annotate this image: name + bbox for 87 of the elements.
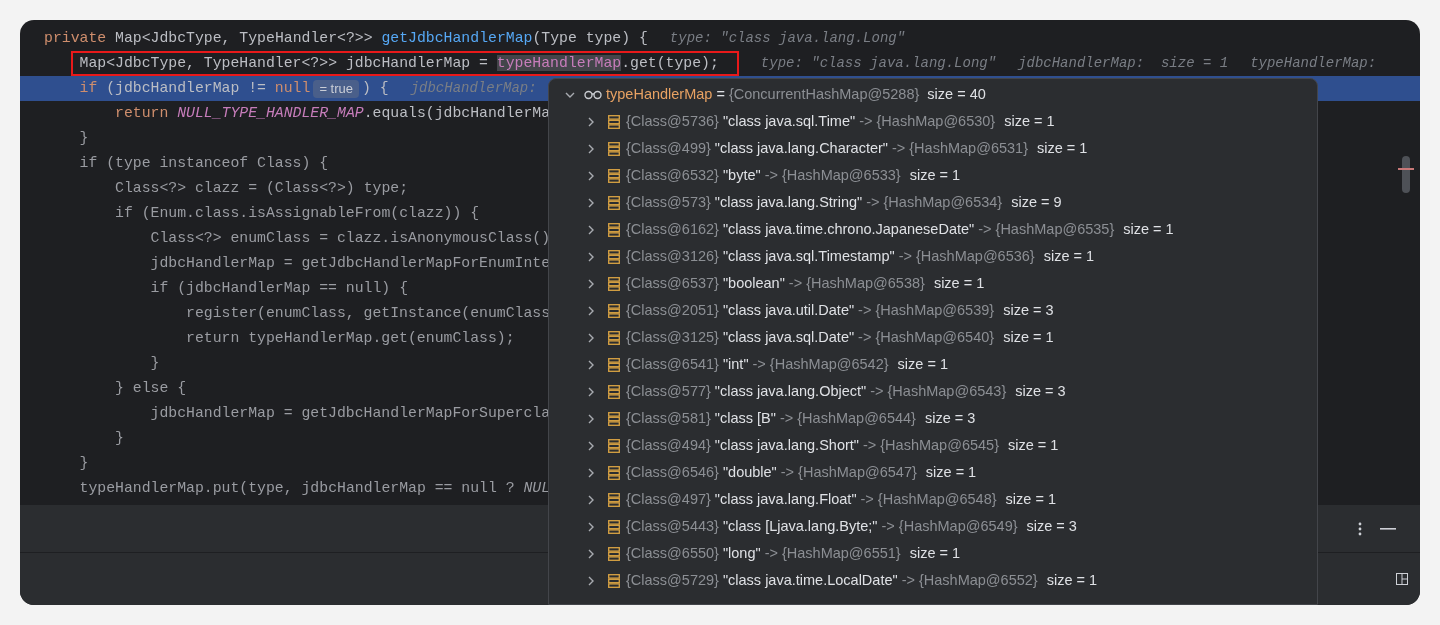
- entry-icon: [608, 519, 620, 534]
- code-text: if (jdbcHandlerMap != null: [79, 79, 311, 99]
- chevron-right-icon[interactable]: [586, 197, 596, 208]
- tree-item[interactable]: {Class@6541} "int" -> {HashMap@6542} size = 1: [549, 351, 1317, 378]
- scrollbar-thumb[interactable]: [1402, 156, 1410, 193]
- code-text: }: [115, 429, 124, 449]
- entry-icon: [608, 492, 620, 507]
- inline-value-hint: type: "class java.lang.Long": [760, 54, 997, 73]
- chevron-right-icon[interactable]: [586, 143, 596, 154]
- entry-icon: [608, 357, 620, 372]
- entry-icon: [608, 465, 620, 480]
- entry-icon: [608, 222, 620, 237]
- code-text: Map<JdbcType, TypeHandler<?>> jdbcHandlerMap = typeHandlerMap.get(type);: [79, 54, 719, 74]
- tree-item[interactable]: {Class@2051} "class java.util.Date" -> {HashMap@6539} size = 3: [549, 297, 1317, 324]
- tree-item[interactable]: {Class@494} "class java.lang.Short" -> {HashMap@6545} size = 1: [549, 432, 1317, 459]
- code-text: }: [150, 354, 160, 374]
- minimize-icon[interactable]: [1380, 527, 1396, 530]
- code-text: jdbcHandlerMap = getJdbcHandlerMapForEnumInte: [150, 254, 551, 274]
- glasses-icon: [584, 89, 602, 100]
- code-text: Class<?> enumClass = clazz.isAnonymousClass(): [150, 229, 551, 249]
- layout-icon[interactable]: [1396, 573, 1408, 585]
- inline-value-hint: jdbcHandlerMap:: [410, 79, 537, 98]
- chevron-right-icon[interactable]: [586, 305, 596, 316]
- inline-value-hint: typeHandlerMap:: [1250, 54, 1377, 73]
- code-text: return typeHandlerMap.get(enumClass);: [186, 329, 515, 349]
- chevron-right-icon[interactable]: [586, 440, 596, 451]
- chevron-right-icon[interactable]: [586, 548, 596, 559]
- entry-icon: [608, 114, 620, 129]
- tree-item[interactable]: {Class@497} "class java.lang.Float" -> {HashMap@6548} size = 1: [549, 486, 1317, 513]
- chevron-right-icon[interactable]: [586, 224, 596, 235]
- code-text: private Map<JdbcType, TypeHandler<?>> getJdbcHandlerMap(Type type) {: [44, 29, 648, 49]
- inline-value-hint: jdbcHandlerMap: size = 1: [1018, 54, 1229, 73]
- entry-icon: [608, 411, 620, 426]
- code-text: return NULL_TYPE_HANDLER_MAP.equals(jdbcHandlerMa: [115, 104, 551, 124]
- code-text: } else {: [115, 379, 187, 399]
- tree-item[interactable]: {Class@6532} "byte" -> {HashMap@6533} size = 1: [549, 162, 1317, 189]
- tree-item[interactable]: {Class@5443} "class [Ljava.lang.Byte;" -> {HashMap@6549} size = 3: [549, 513, 1317, 540]
- code-text: }: [79, 454, 89, 474]
- tree-item[interactable]: {Class@3126} "class java.sql.Timestamp" -> {HashMap@6536} size = 1: [549, 243, 1317, 270]
- code-text: ) {: [362, 79, 389, 99]
- inline-value-hint: type: "class java.lang.Long": [669, 29, 906, 48]
- entry-icon: [608, 249, 620, 264]
- tree-item[interactable]: typeHandlerMap = {ConcurrentHashMap@5288} size = 40: [549, 81, 1317, 108]
- chevron-right-icon[interactable]: [586, 359, 596, 370]
- tree-item[interactable]: {Class@581} "class [B" -> {HashMap@6544} size = 3: [549, 405, 1317, 432]
- entry-icon: [608, 573, 620, 588]
- code-text: jdbcHandlerMap = getJdbcHandlerMapForSupercla: [150, 404, 551, 424]
- entry-icon: [608, 384, 620, 399]
- entry-icon: [608, 546, 620, 561]
- entry-icon: [608, 330, 620, 345]
- more-options-icon[interactable]: [1358, 521, 1362, 536]
- entry-icon: [608, 195, 620, 210]
- tree-item[interactable]: {Class@6546} "double" -> {HashMap@6547} size = 1: [549, 459, 1317, 486]
- tree-item[interactable]: {Class@499} "class java.lang.Character" -> {HashMap@6531} size = 1: [549, 135, 1317, 162]
- error-stripe-mark: [1398, 168, 1414, 170]
- chevron-right-icon[interactable]: [586, 116, 596, 127]
- chevron-right-icon[interactable]: [586, 170, 596, 181]
- entry-icon: [608, 168, 620, 183]
- tree-item[interactable]: {Class@6537} "boolean" -> {HashMap@6538} size = 1: [549, 270, 1317, 297]
- code-text: if (jdbcHandlerMap == null) {: [150, 279, 408, 299]
- code-text: if (type instanceof Class) {: [79, 154, 329, 174]
- chevron-right-icon[interactable]: [586, 386, 596, 397]
- entry-icon: [608, 141, 620, 156]
- chevron-right-icon[interactable]: [586, 575, 596, 586]
- code-text: if (Enum.class.isAssignableFrom(clazz)) {: [115, 204, 480, 224]
- chevron-right-icon[interactable]: [586, 521, 596, 532]
- tree-item[interactable]: {Class@577} "class java.lang.Object" -> {HashMap@6543} size = 3: [549, 378, 1317, 405]
- code-text: register(enumClass, getInstance(enumClass: [186, 304, 551, 324]
- entry-icon: [608, 438, 620, 453]
- code-text: Class<?> clazz = (Class<?>) type;: [115, 179, 409, 199]
- chevron-right-icon[interactable]: [586, 251, 596, 262]
- chevron-right-icon[interactable]: [586, 332, 596, 343]
- entry-icon: [608, 303, 620, 318]
- tree-item[interactable]: {Class@573} "class java.lang.String" -> {HashMap@6534} size = 9: [549, 189, 1317, 216]
- tree-item[interactable]: {Class@6550} "long" -> {HashMap@6551} size = 1: [549, 540, 1317, 567]
- chevron-right-icon[interactable]: [586, 413, 596, 424]
- tree-item[interactable]: {Class@5736} "class java.sql.Time" -> {HashMap@6530} size = 1: [549, 108, 1317, 135]
- tree-item[interactable]: {Class@5729} "class java.time.LocalDate" -> {HashMap@6552} size = 1: [549, 567, 1317, 594]
- tree-item[interactable]: {Class@3125} "class java.sql.Date" -> {HashMap@6540} size = 1: [549, 324, 1317, 351]
- chevron-right-icon[interactable]: [586, 278, 596, 289]
- code-text: typeHandlerMap.put(type, jdbcHandlerMap == null ? NUL: [79, 479, 551, 499]
- chevron-right-icon[interactable]: [586, 467, 596, 478]
- tree-item[interactable]: {Class@6162} "class java.time.chrono.JapaneseDate" -> {HashMap@6535} size = 1: [549, 216, 1317, 243]
- code-text: }: [79, 129, 89, 149]
- chevron-right-icon[interactable]: [586, 494, 596, 505]
- value-badge: = true: [313, 79, 359, 98]
- entry-icon: [608, 276, 620, 291]
